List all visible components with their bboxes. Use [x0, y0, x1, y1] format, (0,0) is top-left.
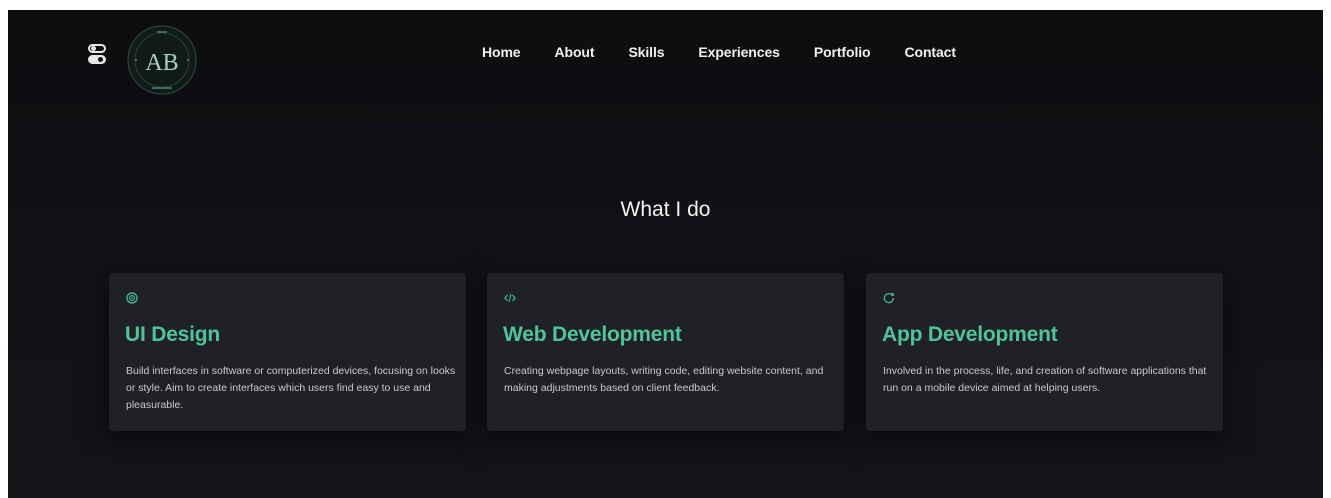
nav-skills[interactable]: Skills [628, 44, 664, 60]
toggle-pill-bottom [88, 55, 106, 64]
nav-experiences[interactable]: Experiences [698, 44, 780, 60]
services-cards: UI Design Build interfaces in software o… [109, 273, 1223, 431]
card-description: Build interfaces in software or computer… [126, 365, 456, 411]
code-icon [504, 292, 518, 306]
card-ui-design: UI Design Build interfaces in software o… [109, 273, 466, 431]
card-title: App Development [882, 323, 1058, 346]
app-icon [883, 292, 897, 306]
toggle-pill-top [88, 44, 106, 53]
nav-portfolio[interactable]: Portfolio [814, 44, 871, 60]
main-nav: Home About Skills Experiences Portfolio … [482, 44, 990, 60]
page: AB Home About Skills Experiences Portfol… [8, 10, 1323, 498]
logo[interactable]: AB [126, 24, 198, 96]
logo-text: AB [145, 50, 178, 76]
card-description: Involved in the process, life, and creat… [883, 365, 1207, 394]
card-title: Web Development [503, 323, 682, 346]
card-web-development: Web Development Creating webpage layouts… [487, 273, 844, 431]
nav-about[interactable]: About [555, 44, 595, 60]
card-app-development: App Development Involved in the process,… [866, 273, 1223, 431]
nav-contact[interactable]: Contact [904, 44, 956, 60]
card-description: Creating webpage layouts, writing code, … [504, 365, 824, 394]
nav-home[interactable]: Home [482, 44, 521, 60]
card-title: UI Design [125, 323, 221, 346]
target-icon [126, 292, 140, 306]
section-title: What I do [620, 198, 711, 221]
logo-emblem-icon: AB [127, 25, 197, 95]
theme-toggle-icon[interactable] [88, 44, 106, 64]
header: AB Home About Skills Experiences Portfol… [8, 10, 1323, 100]
